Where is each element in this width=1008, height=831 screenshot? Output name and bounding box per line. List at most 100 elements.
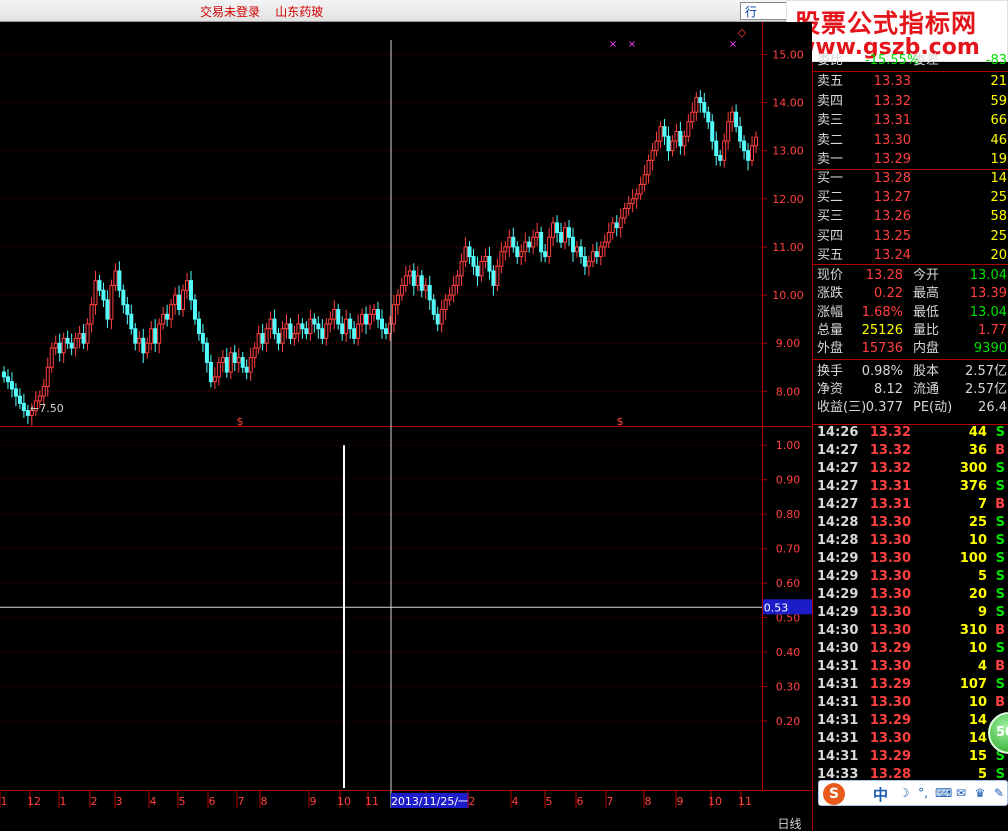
candle-body <box>686 121 691 137</box>
candle-body <box>292 333 297 339</box>
time-tick-label: 11 <box>738 795 752 808</box>
stat-row: 收益(三) 0.377 PE(动) 26.4 <box>813 399 1008 417</box>
candle-body <box>268 318 273 330</box>
tick-volume: 36 <box>968 443 987 458</box>
ime-logo-icon[interactable]: S <box>823 783 845 805</box>
candle-body <box>73 337 78 349</box>
time-tick-label: 8 <box>261 795 268 808</box>
tick-price: 13.30 <box>869 731 911 746</box>
kline-chart-svg[interactable]: 15.00 14.00 13.00 12.00 11.00 10.00 9.00 8.00 1.… <box>0 22 812 831</box>
candle-body <box>165 313 170 320</box>
tick-time: 14:26 <box>817 425 859 440</box>
price-tick-label: 10.00 <box>772 289 804 302</box>
time-tick-label: 12 <box>27 795 41 808</box>
tick-row: 14:28 13.30 10 S <box>813 532 1008 550</box>
tick-volume: 10 <box>968 533 987 548</box>
period-label[interactable]: 日线 <box>767 815 812 831</box>
book-price: 13.27 <box>873 190 911 206</box>
ime-tool-icon[interactable]: ✎ <box>992 786 1006 800</box>
time-tick-label: 4 <box>512 795 519 808</box>
candle-body <box>638 183 643 195</box>
tick-volume: 15 <box>968 749 987 764</box>
time-tick-label: 5 <box>179 795 186 808</box>
stat-value: 26.4 <box>978 400 1007 416</box>
candle-body <box>240 357 245 368</box>
candle-body <box>698 97 703 104</box>
ime-tool-icon[interactable]: ♛ <box>973 786 987 800</box>
ime-tool-icon[interactable]: ☽ <box>897 786 911 800</box>
stat-label: PE(动) <box>913 400 953 416</box>
candle-body <box>276 333 281 344</box>
tick-row: 14:29 13.30 9 S <box>813 604 1008 622</box>
stat-value: 0.377 <box>865 400 903 416</box>
candle-body <box>324 323 329 339</box>
candle-body <box>348 318 353 330</box>
tick-volume: 25 <box>968 515 987 530</box>
candle-body <box>455 275 460 286</box>
ime-tool-icon[interactable]: ✉ <box>954 786 968 800</box>
quote-tab[interactable]: 行 情 <box>740 2 788 36</box>
ime-tool-icon[interactable]: ⌨ <box>935 786 952 800</box>
candle-body <box>232 352 237 363</box>
tick-side: S <box>995 425 1005 440</box>
kline-chart-area[interactable]: 15.00 14.00 13.00 12.00 11.00 10.00 9.00 8.00 1.… <box>0 22 812 831</box>
candle-body <box>25 410 30 416</box>
candle-body <box>543 251 548 258</box>
tick-price: 13.30 <box>869 623 911 638</box>
tick-volume: 107 <box>959 677 987 692</box>
indicator-tick-label: 0.20 <box>776 715 801 728</box>
time-tick-label: 10 <box>708 795 722 808</box>
tick-side: S <box>995 569 1005 584</box>
book-volume: 25 <box>990 190 1007 206</box>
candle-body <box>89 304 94 325</box>
tick-row: 14:31 13.30 10 B <box>813 694 1008 712</box>
ime-tool-icon[interactable]: °, <box>916 786 930 800</box>
time-tick-label: 1 <box>60 795 67 808</box>
tick-side: B <box>995 497 1005 512</box>
candle-body <box>272 318 277 335</box>
book-label: 卖五 <box>817 74 844 89</box>
candle-body <box>344 318 349 335</box>
candle-body <box>395 294 400 306</box>
candle-body <box>714 140 719 156</box>
time-tick-label: 10 <box>337 795 351 808</box>
candle-body <box>674 130 679 142</box>
tick-row: 14:26 13.32 44 S <box>813 424 1008 442</box>
ime-mode-toggle[interactable]: 中 <box>873 784 888 805</box>
candle-body <box>336 309 341 325</box>
candle-body <box>228 352 233 373</box>
candle-body <box>399 284 404 296</box>
tick-row: 14:27 13.32 300 S <box>813 460 1008 478</box>
candle-body <box>662 126 667 137</box>
candle-body <box>419 275 424 291</box>
tick-price: 13.31 <box>869 479 911 494</box>
price-tick-label: 15.00 <box>772 48 804 61</box>
candle-body <box>443 299 448 310</box>
candle-body <box>284 323 289 330</box>
candle-body <box>702 102 707 113</box>
time-tick-label: 7 <box>238 795 245 808</box>
stat-label: 内盘 <box>913 341 940 357</box>
tick-side: B <box>995 443 1005 458</box>
tick-side: S <box>995 479 1005 494</box>
candle-body <box>487 256 492 272</box>
tick-side: B <box>995 623 1005 638</box>
tick-side: S <box>995 515 1005 530</box>
diamond-mark: ◇ <box>738 26 747 39</box>
candle-body <box>411 270 416 286</box>
stat-value: 15736 <box>861 341 903 357</box>
stat-row: 涨跌 0.22 最高 13.39 <box>813 285 1008 303</box>
candle-body <box>53 342 58 349</box>
chart-labels: ←7.50$ $× × ×◇1 12 1 2 3 4 5 6 7 8 9 10 11 2013/11/25/一 2… <box>0 26 752 808</box>
stat-label: 最高 <box>913 286 940 302</box>
ime-toolbar[interactable]: S 中 ☽ °, ⌨ ✉ ♛ ✎ <box>818 780 1008 806</box>
candle-body <box>5 376 10 383</box>
book-label: 卖二 <box>817 132 844 148</box>
candle-body <box>499 251 504 267</box>
tick-price: 13.30 <box>869 695 911 710</box>
candle-body <box>141 337 146 354</box>
stat-row: 外盘 15736 内盘 9390 <box>813 340 1008 358</box>
candle-body <box>459 260 464 277</box>
candle-body <box>646 159 651 176</box>
time-tick-label: 2 <box>469 795 476 808</box>
